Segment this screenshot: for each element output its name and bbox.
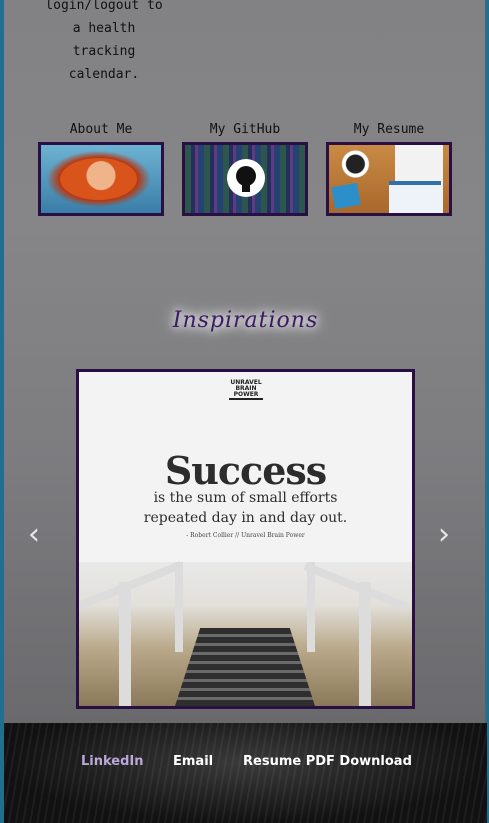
resume-label: My Resume: [353, 122, 425, 137]
brand-logo: UNRAVEL BRAIN POWER: [229, 380, 263, 400]
railing-post: [175, 562, 183, 652]
about-me-link[interactable]: About Me: [38, 122, 164, 216]
project-description: login/logout to a health tracking calend…: [4, 0, 204, 86]
boardwalk-photo: [79, 561, 412, 706]
brand-line: POWER: [233, 391, 259, 398]
resume-link[interactable]: My Resume: [326, 122, 452, 216]
railing-bar: [303, 562, 409, 611]
quote-line: repeated day in and day out.: [143, 510, 348, 526]
window-edge: [485, 0, 487, 823]
github-link[interactable]: My GitHub: [182, 122, 308, 216]
main-content: login/logout to a health tracking calend…: [4, 0, 487, 823]
quote-title: Success: [164, 448, 327, 493]
railing-post: [307, 562, 315, 652]
linkedin-link[interactable]: LinkedIn: [81, 754, 144, 769]
resume-pdf-download-link[interactable]: Resume PDF Download: [243, 754, 412, 769]
description-line: login/logout to: [45, 0, 163, 13]
about-me-image[interactable]: [38, 142, 164, 216]
inspirations-heading: Inspirations: [172, 308, 319, 333]
quote-line: is the sum of small efforts: [153, 490, 338, 506]
footer: LinkedIn Email Resume PDF Download: [4, 723, 487, 823]
chevron-right-icon[interactable]: ›: [438, 520, 450, 550]
inspiration-carousel-slide: UNRAVEL BRAIN POWER Success is the sum o…: [76, 369, 415, 709]
stairs: [175, 628, 315, 706]
description-line: tracking: [72, 44, 136, 59]
about-me-label: About Me: [69, 122, 133, 137]
railing-post: [119, 582, 131, 706]
description-line: a health: [72, 21, 136, 36]
github-image[interactable]: [182, 142, 308, 216]
description-line: calendar.: [68, 67, 140, 82]
github-label: My GitHub: [209, 122, 281, 137]
github-icon: [227, 159, 265, 197]
chevron-left-icon[interactable]: ‹: [28, 520, 40, 550]
railing-post: [359, 582, 371, 706]
resume-image[interactable]: [326, 142, 452, 216]
quote-attribution: - Robert Collier // Unravel Brain Power: [186, 532, 305, 539]
email-link[interactable]: Email: [173, 754, 213, 769]
